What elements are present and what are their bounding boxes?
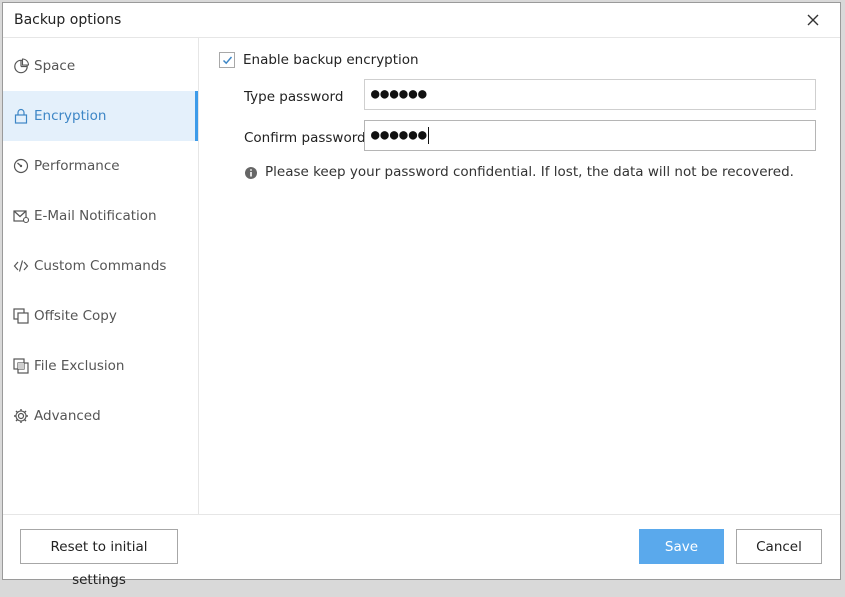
sidebar-item-label: Space bbox=[34, 58, 76, 74]
info-text: Please keep your password confidential. … bbox=[265, 164, 794, 180]
close-icon bbox=[807, 14, 819, 26]
exclude-icon bbox=[13, 358, 29, 374]
sidebar-item-offsite-copy[interactable]: Offsite Copy bbox=[3, 291, 198, 341]
sidebar-item-label: Custom Commands bbox=[34, 258, 167, 274]
sidebar-item-encryption[interactable]: Encryption bbox=[3, 91, 198, 141]
sidebar-item-email-notification[interactable]: E-Mail Notification bbox=[3, 191, 198, 241]
enable-encryption-label: Enable backup encryption bbox=[243, 52, 419, 68]
title-bar: Backup options bbox=[3, 3, 840, 38]
sidebar-item-custom-commands[interactable]: Custom Commands bbox=[3, 241, 198, 291]
sidebar-item-advanced[interactable]: Advanced bbox=[3, 391, 198, 441]
close-button[interactable] bbox=[804, 11, 822, 29]
sidebar-item-label: Performance bbox=[34, 158, 120, 174]
reset-settings-button[interactable]: Reset to initial settings bbox=[20, 529, 178, 588]
encryption-panel: Enable backup encryption Type password ●… bbox=[199, 38, 840, 514]
type-password-input[interactable]: ●●●●●● bbox=[364, 79, 816, 110]
gauge-icon bbox=[13, 158, 29, 174]
type-password-value: ●●●●●● bbox=[371, 86, 428, 102]
copy-icon bbox=[13, 308, 29, 324]
cancel-button[interactable]: Cancel bbox=[736, 529, 822, 564]
sidebar-item-file-exclusion[interactable]: File Exclusion bbox=[3, 341, 198, 391]
mail-gear-icon bbox=[13, 208, 29, 224]
sidebar-item-performance[interactable]: Performance bbox=[3, 141, 198, 191]
confirm-password-input[interactable]: ●●●●●● bbox=[364, 120, 816, 151]
sidebar-item-label: E-Mail Notification bbox=[34, 208, 157, 224]
enable-encryption-checkbox[interactable] bbox=[219, 52, 235, 68]
sidebar: Space Encryption Performance E-Mail Noti… bbox=[3, 38, 199, 514]
type-password-label: Type password bbox=[244, 89, 344, 105]
gear-icon bbox=[13, 408, 29, 424]
backup-options-dialog: Backup options Space Encryption Performa… bbox=[2, 2, 841, 588]
pie-chart-icon bbox=[13, 58, 29, 74]
sidebar-item-label: File Exclusion bbox=[34, 358, 125, 374]
checkmark-icon bbox=[222, 56, 233, 65]
lock-icon bbox=[13, 108, 29, 124]
sidebar-item-label: Advanced bbox=[34, 408, 101, 424]
text-caret bbox=[427, 126, 429, 144]
dialog-title: Backup options bbox=[14, 12, 122, 28]
confirm-password-label: Confirm password bbox=[244, 130, 366, 146]
save-button[interactable]: Save bbox=[639, 529, 724, 564]
confirm-password-value: ●●●●●● bbox=[371, 127, 428, 143]
sidebar-item-label: Offsite Copy bbox=[34, 308, 117, 324]
info-icon bbox=[244, 165, 258, 179]
sidebar-item-space[interactable]: Space bbox=[3, 41, 198, 91]
code-icon bbox=[13, 258, 29, 274]
sidebar-item-label: Encryption bbox=[34, 108, 107, 124]
dialog-footer: Reset to initial settings Save Cancel bbox=[3, 514, 840, 588]
